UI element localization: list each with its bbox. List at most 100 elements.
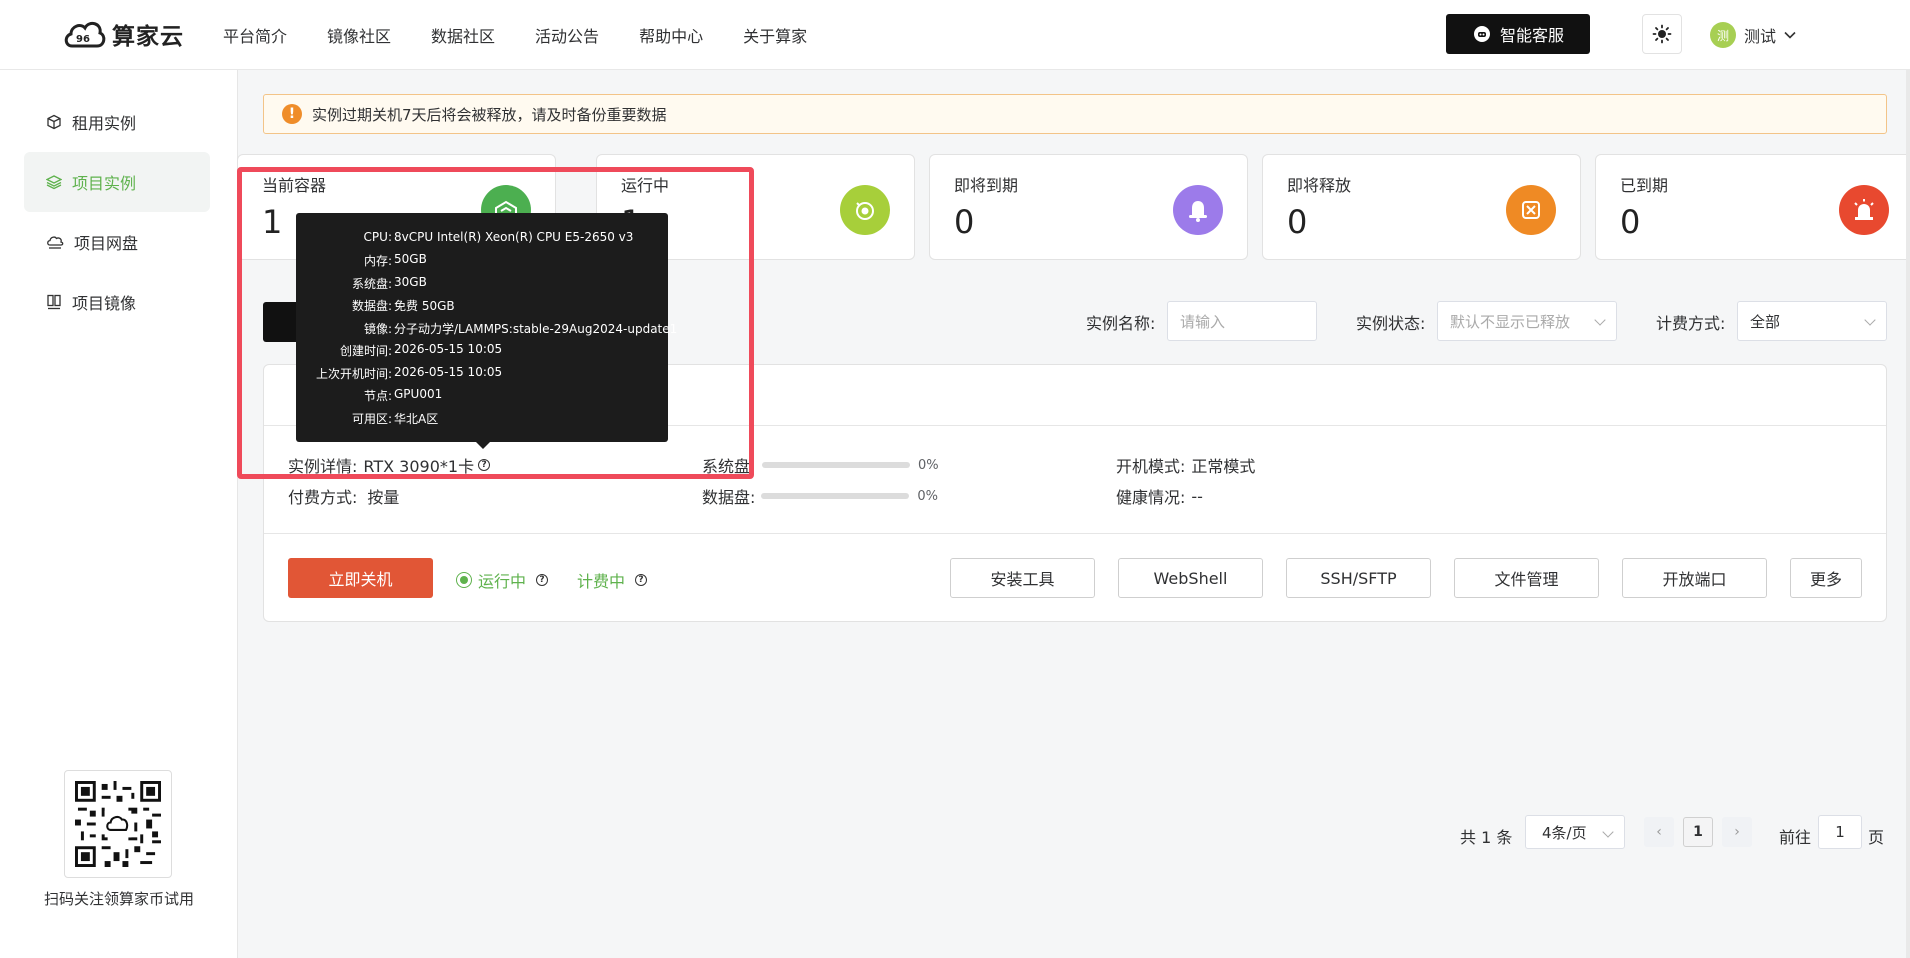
logo[interactable]: 96 算家云 (62, 12, 184, 56)
instance-status-label: 实例状态: (1356, 314, 1426, 333)
sidebar-item-label: 项目网盘 (74, 234, 139, 253)
cube-icon (47, 114, 61, 130)
stat-card-expired[interactable]: 已到期 0 (1595, 154, 1910, 260)
nav-item-about[interactable]: 关于算家 (743, 23, 807, 47)
main-nav: 平台简介 镜像社区 数据社区 活动公告 帮助中心 关于算家 (223, 0, 847, 70)
stat-value: 0 (1287, 203, 1308, 241)
chevron-down-icon (1594, 314, 1606, 326)
open-port-button[interactable]: 开放端口 (1622, 558, 1767, 598)
goto-suffix: 页 (1868, 828, 1885, 847)
instance-name-placeholder: 请输入 (1180, 312, 1226, 331)
stat-label: 已到期 (1620, 176, 1669, 195)
ssh-sftp-button[interactable]: SSH/SFTP (1286, 558, 1431, 598)
help-icon[interactable]: ? (478, 459, 491, 471)
next-page-button[interactable]: › (1722, 817, 1752, 847)
tooltip-row: 镜像: 分子动力学/LAMMPS:stable-29Aug2024-update1 (363, 322, 678, 336)
top-header: 96 算家云 平台简介 镜像社区 数据社区 活动公告 帮助中心 关于算家 智能客… (0, 0, 1910, 70)
tooltip-row: 内存: 50GB (363, 252, 427, 268)
page-number-1[interactable]: 1 (1683, 817, 1713, 847)
smart-service-label: 智能客服 (1499, 26, 1564, 45)
instance-status-select[interactable]: 默认不显示已释放 (1437, 301, 1617, 341)
shutdown-button[interactable]: 立即关机 (288, 558, 433, 598)
file-manager-button[interactable]: 文件管理 (1454, 558, 1599, 598)
pagination-total: 共 1 条 (1460, 828, 1513, 847)
theme-toggle-button[interactable] (1642, 14, 1682, 54)
billing-select[interactable]: 全部 (1737, 301, 1887, 341)
running-dot-icon (456, 572, 472, 588)
billing-label: 计费方式: (1656, 314, 1726, 333)
chevron-down-icon (1864, 314, 1876, 326)
tooltip-row: 上次开机时间: 2026-05-15 10:05 (315, 365, 503, 381)
sys-disk-label: 系统盘 (702, 457, 751, 476)
tooltip-row: 节点: GPU001 (363, 387, 443, 403)
sys-disk-bar (762, 462, 911, 468)
detail-label: 实例详情: (288, 457, 358, 476)
webshell-button[interactable]: WebShell (1118, 558, 1263, 598)
sidebar-item-rent-instance[interactable]: 租用实例 (24, 92, 210, 152)
help-icon[interactable]: ? (536, 574, 549, 586)
health-label: 健康情况: (1116, 488, 1186, 507)
pay-label: 付费方式: (288, 488, 358, 507)
more-button[interactable]: 更多 (1790, 558, 1862, 598)
data-disk-usage: 数据盘: 0% (702, 484, 938, 508)
layers-icon (46, 175, 62, 190)
tooltip-row: 数据盘: 免费 50GB (351, 299, 455, 313)
sys-disk-pct: 0% (918, 457, 939, 473)
stat-label: 即将释放 (1287, 176, 1352, 195)
sidebar-item-project-image[interactable]: 项目镜像 (24, 272, 210, 332)
stat-value: 0 (1620, 203, 1641, 241)
divider (264, 533, 1886, 534)
chevron-down-icon (1602, 826, 1614, 838)
page-size-select[interactable]: 4条/页 (1525, 815, 1625, 849)
boot-mode: 开机模式: 正常模式 (1116, 453, 1255, 477)
stat-label: 即将到期 (954, 176, 1019, 195)
release-icon (1506, 185, 1556, 235)
nav-item-data-community[interactable]: 数据社区 (431, 23, 495, 47)
pay-value: 按量 (367, 488, 400, 507)
data-disk-label: 数据盘: (702, 488, 756, 507)
instance-detail-tooltip: CPU: 8vCPU Intel(R) Xeon(R) CPU E5-2650 v… (296, 213, 677, 442)
install-tools-button[interactable]: 安装工具 (950, 558, 1095, 598)
nav-item-platform[interactable]: 平台简介 (223, 23, 287, 47)
sidebar-item-project-disk[interactable]: 项目网盘 (24, 212, 210, 272)
health-status: 健康情况: -- (1116, 484, 1203, 508)
prev-page-button[interactable]: ‹ (1644, 817, 1674, 847)
user-name: 测试 (1744, 27, 1777, 46)
avatar: 测 (1710, 22, 1736, 48)
instance-status-value: 默认不显示已释放 (1450, 312, 1571, 331)
cloud-disk-icon (47, 236, 64, 249)
sidebar-item-project-instance[interactable]: 项目实例 (24, 152, 210, 212)
sidebar-item-label: 租用实例 (72, 114, 137, 133)
nav-item-image-community[interactable]: 镜像社区 (327, 23, 391, 47)
tooltip-row: 可用区: 华北A区 (351, 412, 439, 426)
instance-name-input[interactable]: 请输入 (1167, 301, 1317, 341)
stat-value: 0 (954, 203, 975, 241)
stat-label: 运行中 (621, 176, 670, 195)
scrollbar[interactable] (1906, 70, 1910, 958)
billing-status: 计费中 ? (577, 568, 648, 592)
goto-prefix: 前往 (1779, 828, 1812, 847)
boot-value: 正常模式 (1191, 457, 1256, 476)
tooltip-row: CPU: 8vCPU Intel(R) Xeon(R) CPU E5-2650 v… (363, 230, 634, 244)
qr-caption: 扫码关注领算家币试用 (43, 890, 194, 908)
stat-value: 1 (262, 203, 283, 241)
cloud-logo-icon: 96 (64, 21, 106, 48)
headset-icon (1473, 26, 1490, 42)
page-size-value: 4条/页 (1542, 823, 1587, 842)
sidebar-item-label: 项目镜像 (72, 294, 137, 313)
nav-item-help[interactable]: 帮助中心 (639, 23, 703, 47)
notice-text: 实例过期关机7天后将会被释放，请及时备份重要数据 (312, 105, 667, 124)
stat-card-expiring[interactable]: 即将到期 0 (929, 154, 1248, 260)
user-menu[interactable]: 测 测试 (1710, 20, 1796, 50)
nav-item-announcements[interactable]: 活动公告 (535, 23, 599, 47)
stat-card-releasing[interactable]: 即将释放 0 (1262, 154, 1581, 260)
chevron-down-icon (1784, 31, 1796, 39)
smart-service-button[interactable]: 智能客服 (1446, 14, 1590, 54)
create-instance-button[interactable] (263, 302, 299, 342)
goto-page-input[interactable]: 1 (1818, 815, 1862, 849)
billing-value: 全部 (1750, 312, 1781, 331)
expiry-notice: ! 实例过期关机7天后将会被释放，请及时备份重要数据 (263, 94, 1887, 134)
bell-icon (1173, 185, 1223, 235)
instance-name-label: 实例名称: (1086, 314, 1156, 333)
help-icon[interactable]: ? (635, 574, 648, 586)
